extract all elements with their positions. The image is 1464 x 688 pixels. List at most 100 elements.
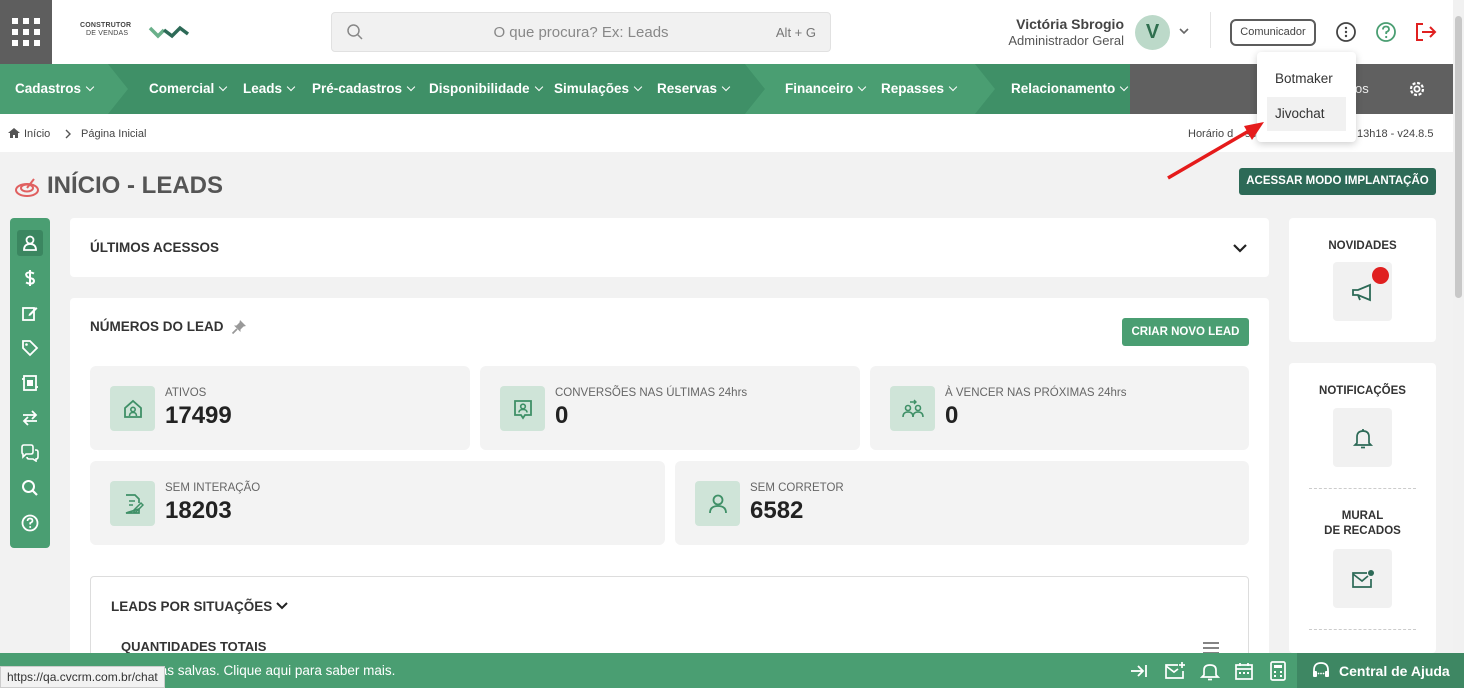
- document-edit-icon: [110, 481, 155, 526]
- megaphone-icon: [1351, 283, 1371, 301]
- chevron-right-icon: [65, 129, 71, 139]
- nav-item-partial[interactable]: os: [1355, 81, 1369, 96]
- reservation-icon[interactable]: [17, 370, 43, 396]
- alert-dot: [1372, 267, 1389, 284]
- footer-message[interactable]: tas salvas. Clique aqui para saber mais.: [156, 663, 395, 678]
- stat-value: 0: [945, 402, 959, 429]
- divider: [1309, 629, 1416, 630]
- recent-access-title: ÚLTIMOS ACESSOS: [90, 240, 220, 255]
- novidades-title: NOVIDADES: [1328, 240, 1397, 252]
- gear-icon[interactable]: [1407, 79, 1427, 99]
- mural-button[interactable]: [1333, 549, 1392, 608]
- page-title: INÍCIO - LEADS: [47, 172, 224, 199]
- annotation-arrow-icon: [1167, 122, 1264, 180]
- mail-notification-icon: [1351, 569, 1374, 588]
- side-menu: [10, 218, 50, 548]
- user-role: Administrador Geral: [1008, 33, 1124, 48]
- help-center-label: Central de Ajuda: [1339, 663, 1450, 679]
- avatar[interactable]: V: [1135, 15, 1170, 50]
- menu-item-jivochat[interactable]: Jivochat: [1267, 97, 1346, 131]
- dollar-icon[interactable]: [17, 265, 43, 291]
- stat-sem-interacao[interactable]: SEM INTERAÇÃO 18203: [90, 461, 665, 545]
- user-name[interactable]: Victória Sbrogio: [996, 16, 1124, 32]
- comunicador-button[interactable]: Comunicador: [1230, 19, 1316, 46]
- create-lead-button[interactable]: CRIAR NOVO LEAD: [1122, 318, 1249, 346]
- stat-value: 17499: [165, 402, 232, 429]
- divider: [1309, 488, 1416, 489]
- comunicador-dropdown: Botmaker Jivochat: [1257, 52, 1356, 142]
- collapse-right-icon[interactable]: [1129, 661, 1149, 681]
- stat-label: CONVERSÕES NAS ÚLTIMAS 24hrs: [555, 387, 748, 399]
- stat-value: 6582: [750, 497, 804, 524]
- menu-item-botmaker[interactable]: Botmaker: [1267, 62, 1346, 96]
- transfer-icon[interactable]: [17, 405, 43, 431]
- people-exchange-icon: [890, 386, 935, 431]
- stat-ativos[interactable]: ATIVOS 17499: [90, 366, 470, 450]
- notifications-card: NOTIFICAÇÕES MURAL DE RECADOS: [1289, 363, 1436, 653]
- contact-card-icon: [500, 386, 545, 431]
- server-time-version: 13h18 - v24.8.5: [1357, 128, 1434, 140]
- main-nav: Cadastros Comercial Leads Pré-cadastros …: [0, 64, 1464, 114]
- help-icon[interactable]: [17, 510, 43, 536]
- help-center-button[interactable]: Central de Ajuda: [1297, 653, 1464, 688]
- stat-label: SEM INTERAÇÃO: [165, 482, 261, 494]
- apps-grid-icon[interactable]: [0, 0, 52, 64]
- scrollbar-thumb[interactable]: [1455, 16, 1462, 298]
- breadcrumb-current: Página Inicial: [81, 128, 147, 140]
- target-icon: [15, 178, 39, 197]
- edit-icon[interactable]: [17, 300, 43, 326]
- nav-item-pre-cadastros[interactable]: Pré-cadastros: [312, 81, 416, 96]
- nav-item-comercial[interactable]: Comercial: [149, 81, 228, 96]
- stat-label: ATIVOS: [165, 387, 207, 399]
- chat-icon[interactable]: [17, 440, 43, 466]
- notifications-title: NOTIFICAÇÕES: [1319, 385, 1406, 397]
- search-placeholder: O que procura? Ex: Leads: [493, 24, 669, 41]
- nav-item-reservas[interactable]: Reservas: [657, 81, 731, 96]
- user-icon[interactable]: [17, 230, 43, 256]
- stat-label: SEM CORRETOR: [750, 482, 844, 494]
- status-url: https://qa.cvcrm.com.br/chat: [0, 666, 165, 688]
- breadcrumb-home[interactable]: Início: [24, 128, 50, 140]
- chevron-down-icon[interactable]: [1232, 242, 1248, 254]
- nav-item-disponibilidade[interactable]: Disponibilidade: [429, 81, 543, 96]
- stat-conversoes[interactable]: CONVERSÕES NAS ÚLTIMAS 24hrs 0: [480, 366, 860, 450]
- chevron-down-icon[interactable]: [275, 600, 289, 612]
- novidades-card: NOVIDADES: [1289, 218, 1436, 342]
- search-bar[interactable]: O que procura? Ex: Leads Alt + G: [331, 12, 831, 52]
- help-icon[interactable]: [1375, 21, 1397, 43]
- recent-access-card[interactable]: ÚLTIMOS ACESSOS: [70, 218, 1269, 277]
- mail-plus-icon[interactable]: [1164, 661, 1186, 681]
- nav-item-leads[interactable]: Leads: [243, 81, 296, 96]
- bell-icon[interactable]: [1200, 661, 1220, 681]
- stat-label: À VENCER NAS PRÓXIMAS 24hrs: [945, 387, 1127, 399]
- scrollbar[interactable]: [1453, 0, 1464, 652]
- nav-item-cadastros[interactable]: Cadastros: [15, 81, 95, 96]
- leads-by-status-title: LEADS POR SITUAÇÕES: [111, 599, 273, 614]
- bell-icon: [1352, 428, 1373, 448]
- stat-value: 18203: [165, 497, 232, 524]
- footer-bar: tas salvas. Clique aqui para saber mais.…: [0, 653, 1464, 688]
- logo[interactable]: CONSTRUTOR DE VENDAS: [80, 22, 190, 42]
- nav-item-simulacoes[interactable]: Simulações: [554, 81, 643, 96]
- notifications-button[interactable]: [1333, 408, 1392, 467]
- header-divider: [1210, 12, 1211, 48]
- info-icon[interactable]: [1335, 21, 1357, 43]
- calculator-icon[interactable]: [1268, 661, 1288, 681]
- stat-a-vencer[interactable]: À VENCER NAS PRÓXIMAS 24hrs 0: [870, 366, 1249, 450]
- search-shortcut: Alt + G: [775, 25, 816, 40]
- person-icon: [695, 481, 740, 526]
- home-icon: [8, 128, 20, 138]
- nav-item-repasses[interactable]: Repasses: [881, 81, 958, 96]
- nav-item-relacionamento[interactable]: Relacionamento: [1011, 81, 1129, 96]
- search-icon[interactable]: [17, 475, 43, 501]
- pin-icon[interactable]: [231, 319, 247, 335]
- tag-icon[interactable]: [17, 335, 43, 361]
- lead-numbers-title: NÚMEROS DO LEAD: [90, 319, 224, 334]
- mural-title: MURAL DE RECADOS: [1324, 510, 1401, 537]
- top-header: CONSTRUTOR DE VENDAS O que procura? Ex: …: [0, 0, 1464, 64]
- logout-icon[interactable]: [1414, 21, 1438, 43]
- calendar-icon[interactable]: [1234, 661, 1254, 681]
- stat-sem-corretor[interactable]: SEM CORRETOR 6582: [675, 461, 1249, 545]
- chevron-down-icon[interactable]: [1178, 26, 1190, 36]
- nav-item-financeiro[interactable]: Financeiro: [785, 81, 867, 96]
